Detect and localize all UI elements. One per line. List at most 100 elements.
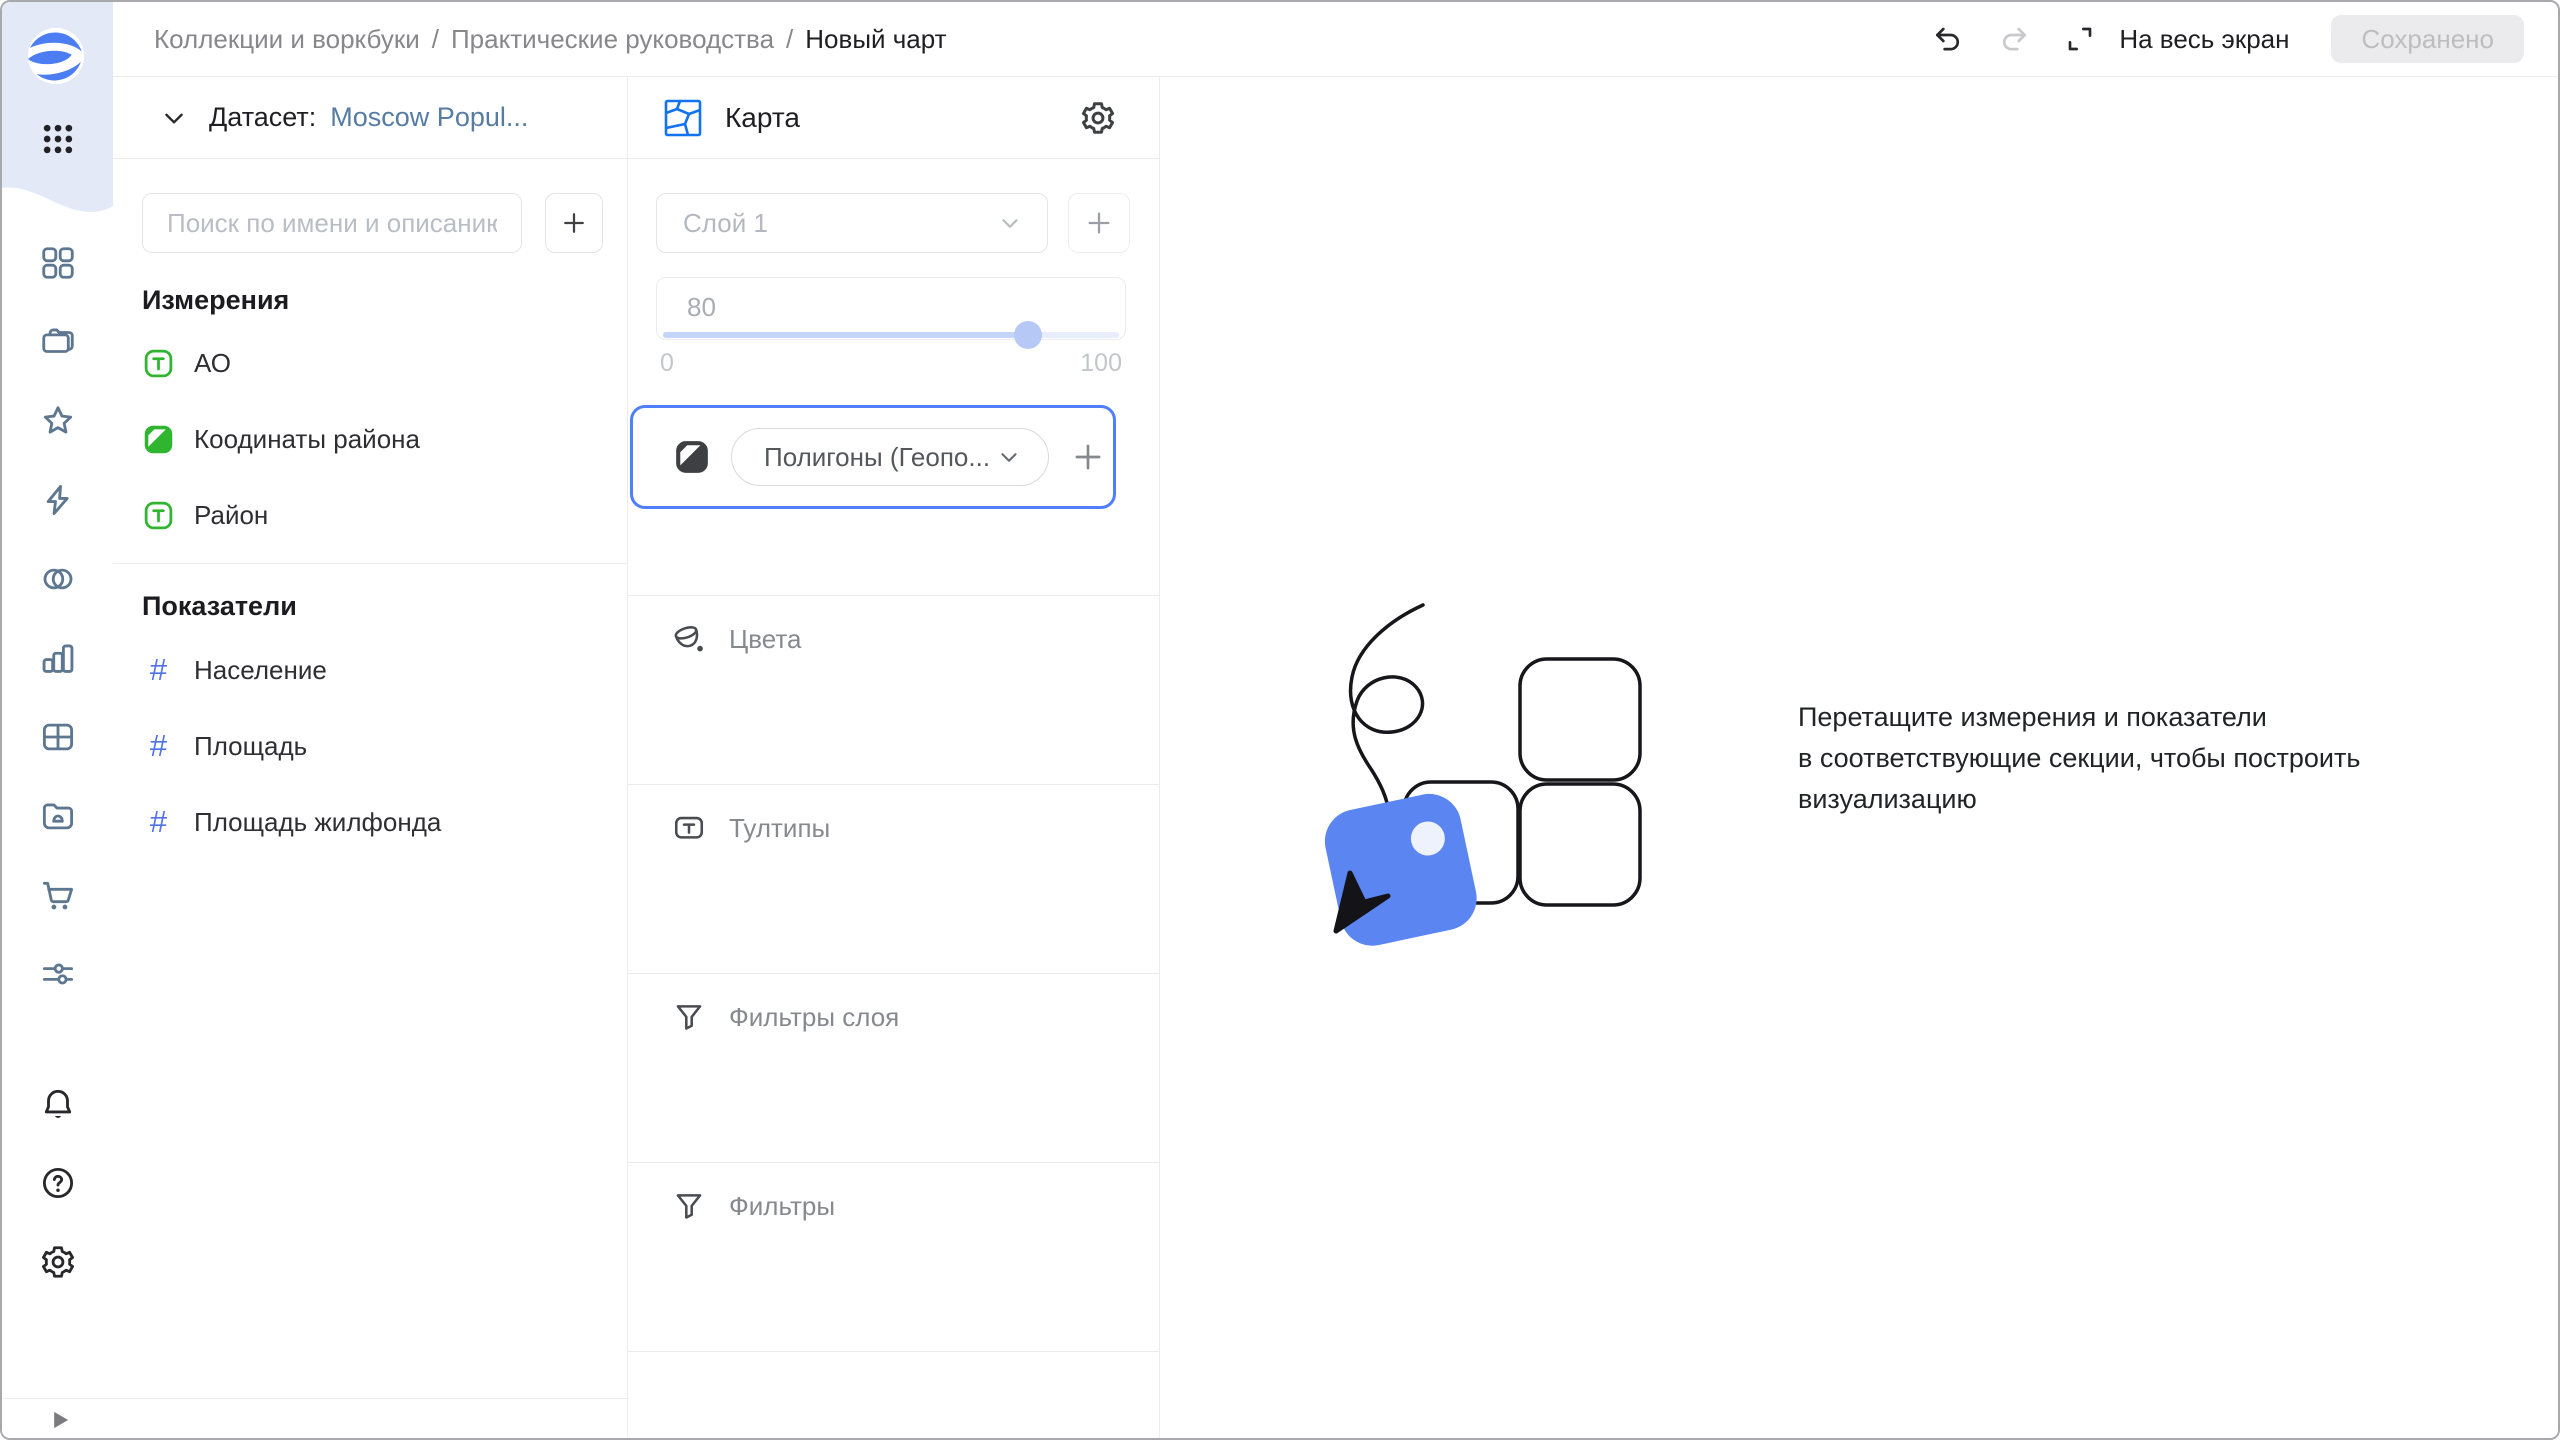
save-button[interactable]: Сохранено: [2331, 15, 2524, 63]
breadcrumb-separator: /: [432, 24, 439, 55]
dimension-row-district[interactable]: Район: [113, 477, 627, 553]
placeholder-sections: Цвета Тултипы Фильтры слоя: [628, 595, 1159, 1440]
breadcrumb-current-chart: Новый чарт: [805, 24, 946, 55]
breadcrumb-separator: /: [786, 24, 793, 55]
add-layer-button[interactable]: [1068, 193, 1130, 253]
add-geofield-button[interactable]: [1069, 438, 1107, 476]
empty-state-hint: Перетащите измерения и показатели в соот…: [1798, 697, 2360, 820]
geopolygon-field-icon: [142, 423, 175, 456]
files-folder-icon[interactable]: [39, 797, 77, 835]
measures-list: # Население # Площадь # Площадь жилфонда: [113, 632, 627, 860]
chart-canvas: Перетащите измерения и показатели в соот…: [1160, 77, 2560, 1440]
chevron-down-icon: [997, 210, 1023, 236]
number-field-icon: #: [142, 728, 175, 764]
field-label: АО: [194, 348, 231, 379]
header-actions: На весь экран Сохранено: [1929, 15, 2524, 63]
dataset-selector-row: Датасет: Moscow Popul...: [113, 77, 627, 159]
field-label: Площадь: [194, 731, 307, 762]
dataset-name-link[interactable]: Moscow Popul...: [330, 102, 528, 133]
notifications-bell-icon[interactable]: [39, 1085, 77, 1123]
measure-row-area[interactable]: # Площадь: [113, 708, 627, 784]
geotype-select[interactable]: Полигоны (Геопо...: [731, 428, 1049, 486]
panel-divider: [113, 563, 627, 564]
undo-button[interactable]: [1929, 20, 1967, 58]
layer-select-value: Слой 1: [683, 208, 997, 239]
section-layer-filters[interactable]: Фильтры слоя: [628, 973, 1159, 1162]
measures-title: Показатели: [142, 591, 297, 622]
services-tune-icon[interactable]: [39, 955, 77, 993]
breadcrumb-collections[interactable]: Коллекции и воркбуки: [154, 24, 420, 55]
add-field-button[interactable]: [545, 193, 603, 253]
funnel-icon: [672, 1189, 706, 1223]
visualization-header: Карта: [628, 77, 1159, 159]
section-tooltips[interactable]: Тултипы: [628, 784, 1159, 973]
dimension-row-coords[interactable]: Коодинаты района: [113, 401, 627, 477]
layer-opacity-control: [656, 277, 1126, 340]
paint-bucket-icon: [672, 622, 706, 656]
map-visualization-icon[interactable]: [663, 98, 703, 138]
opacity-slider-knob[interactable]: [1014, 321, 1042, 349]
section-label: Цвета: [729, 622, 801, 656]
breadcrumb: Коллекции и воркбуки / Практические руко…: [154, 24, 947, 55]
field-search-row: [142, 193, 603, 253]
fullscreen-label[interactable]: На весь экран: [2119, 24, 2289, 55]
section-filters[interactable]: Фильтры: [628, 1162, 1159, 1351]
section-label: Тултипы: [729, 811, 830, 845]
editor-lightning-icon[interactable]: [39, 481, 77, 519]
string-field-icon: [142, 499, 175, 532]
marketplace-cart-icon[interactable]: [39, 876, 77, 914]
dataset-label: Датасет:: [209, 102, 316, 133]
workbooks-grid-icon[interactable]: [39, 244, 77, 282]
dataset-panel: Датасет: Moscow Popul... Измерения АО: [113, 77, 627, 1398]
dimensions-title: Измерения: [142, 285, 289, 316]
dimension-row-ao[interactable]: АО: [113, 325, 627, 401]
field-label: Население: [194, 655, 327, 686]
dashboards-table-icon[interactable]: [39, 718, 77, 756]
redo-button[interactable]: [1995, 20, 2033, 58]
collections-folders-icon[interactable]: [39, 323, 77, 361]
opacity-min-label: 0: [660, 349, 674, 378]
connections-venn-icon[interactable]: [39, 560, 77, 598]
section-colors[interactable]: Цвета: [628, 595, 1159, 784]
opacity-slider-track[interactable]: [663, 332, 1119, 338]
datalens-logo[interactable]: [26, 26, 86, 86]
tooltip-icon: [672, 811, 706, 845]
charts-bars-icon[interactable]: [39, 639, 77, 677]
top-header: Коллекции и воркбуки / Практические руко…: [113, 2, 2560, 77]
opacity-max-label: 100: [1080, 349, 1122, 378]
help-question-icon[interactable]: [39, 1164, 77, 1202]
app-window: Коллекции и воркбуки / Практические руко…: [0, 0, 2560, 1440]
chart-settings-gear-icon[interactable]: [1079, 99, 1117, 137]
breadcrumb-guides[interactable]: Практические руководства: [451, 24, 774, 55]
field-search-input[interactable]: [142, 193, 522, 253]
opacity-value-input[interactable]: [687, 292, 807, 323]
geotype-select-value: Полигоны (Геопо...: [764, 442, 996, 473]
visualization-panel: Карта Слой 1: [627, 77, 1160, 1440]
chevron-down-icon: [996, 444, 1022, 470]
favorites-star-icon[interactable]: [39, 402, 77, 440]
panel-divider: [628, 1351, 1159, 1440]
dimensions-list: АО Коодинаты района Район: [113, 325, 627, 553]
sidebar-bottom-nav: [2, 1085, 113, 1281]
left-panel-footer: [2, 1398, 627, 1440]
hint-line: визуализацию: [1798, 779, 2360, 820]
visualization-title: Карта: [725, 102, 800, 134]
empty-state-illustration: [1320, 601, 1644, 949]
layer-row: Слой 1: [656, 193, 1130, 253]
string-field-icon: [142, 347, 175, 380]
measure-row-population[interactable]: # Население: [113, 632, 627, 708]
layer-select[interactable]: Слой 1: [656, 193, 1048, 253]
number-field-icon: #: [142, 652, 175, 688]
measure-row-housing-area[interactable]: # Площадь жилфонда: [113, 784, 627, 860]
expand-play-icon[interactable]: [46, 1406, 74, 1434]
funnel-icon: [672, 1000, 706, 1034]
dataset-collapse-chevron-icon[interactable]: [161, 105, 187, 131]
opacity-scale-labels: 0 100: [656, 349, 1126, 378]
geopolygon-icon: [673, 438, 711, 476]
field-label: Коодинаты района: [194, 424, 420, 455]
fullscreen-expand-icon[interactable]: [2061, 20, 2099, 58]
settings-gear-icon[interactable]: [39, 1243, 77, 1281]
opacity-slider-fill: [663, 332, 1028, 338]
apps-grid-icon[interactable]: [38, 119, 78, 159]
geotype-section-highlighted[interactable]: Полигоны (Геопо...: [630, 405, 1116, 509]
